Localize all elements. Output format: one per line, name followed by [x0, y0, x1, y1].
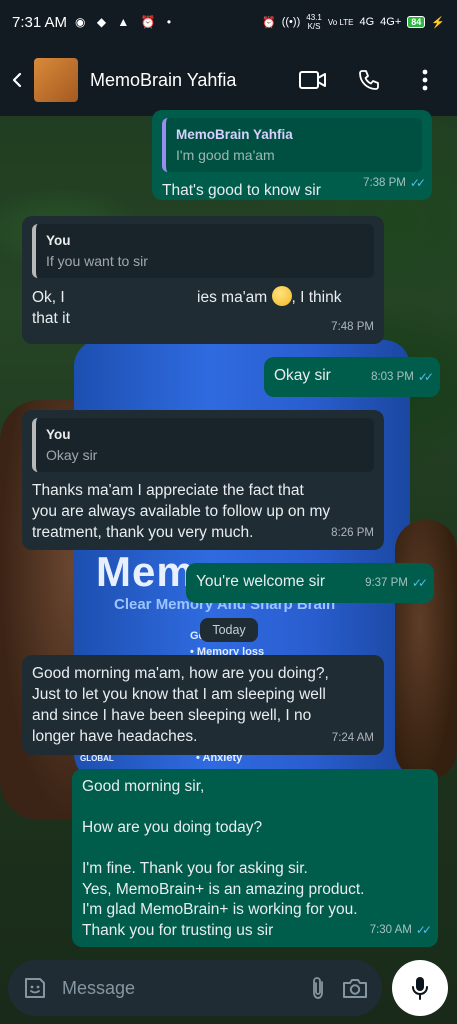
message-meta: 7:30 AM ✓✓ [369, 920, 432, 941]
status-bar: 7:31 AM ◉ ◆ ▲ ⏰ • ⏰ ((•)) 43.1 K/S Vo LT… [0, 0, 457, 44]
message-text: Good morning ma'am, how are you doing?, … [32, 665, 329, 745]
back-button[interactable] [0, 44, 34, 116]
message-time: 7:30 AM [369, 924, 412, 936]
message-bubble-incoming[interactable]: You Okay sir Thanks ma'am I appreciate t… [22, 410, 384, 550]
message-input[interactable] [62, 977, 294, 999]
redacted-text [69, 311, 180, 326]
message-bubble-outgoing[interactable]: You're welcome sir 9:37 PM ✓✓ [186, 563, 434, 603]
redacted-text [69, 290, 198, 305]
volte-label: Vo LTE [327, 17, 354, 27]
sticker-button[interactable] [22, 975, 48, 1001]
voice-call-button[interactable] [355, 66, 383, 94]
message-meta: 7:48 PM [331, 317, 374, 338]
charging-icon: ⚡ [431, 16, 445, 29]
grinning-emoji-icon [271, 286, 292, 306]
message-text-part: Ok, I [32, 289, 70, 306]
camera-button[interactable] [342, 974, 368, 1002]
quoted-message[interactable]: You Okay sir [32, 418, 374, 472]
status-time: 7:31 AM [12, 13, 68, 31]
message-bubble-incoming[interactable]: Good morning ma'am, how are you doing?, … [22, 655, 384, 755]
network-speed-unit: K/S [307, 22, 321, 31]
quote-author: You [46, 427, 71, 442]
signal-4gplus-label: 4G+ [380, 16, 402, 28]
message-text: You're welcome sir [196, 573, 326, 590]
message-bubble-outgoing[interactable]: Okay sir 8:03 PM ✓✓ [264, 357, 440, 397]
read-ticks-icon: ✓✓ [411, 576, 428, 590]
message-meta: 7:38 PM ✓✓ [363, 173, 426, 194]
message-composer [8, 960, 382, 1016]
camera-icon [343, 979, 367, 998]
wallpaper-brand-text: Mem [96, 548, 195, 595]
message-text-part: ies ma'am [197, 289, 268, 306]
contact-name[interactable]: MemoBrain Yahfia [90, 70, 236, 91]
notification-icons: ◉ ◆ ▲ ⏰ • [75, 15, 176, 29]
message-time: 7:48 PM [331, 321, 374, 333]
message-bubble-outgoing[interactable]: Good morning sir, How are you doing toda… [72, 769, 438, 947]
network-speed: 43.1 K/S [306, 13, 322, 31]
message-text-part: that it [32, 310, 70, 327]
phone-icon [359, 70, 379, 90]
read-ticks-icon: ✓✓ [415, 923, 432, 937]
quoted-message[interactable]: You If you want to sir [32, 224, 374, 278]
wallpaper-badge: GLOBAL [80, 754, 114, 763]
attach-icon [313, 977, 323, 999]
avatar[interactable] [34, 58, 78, 102]
video-call-icon [299, 71, 326, 89]
date-divider: Today [200, 618, 258, 642]
battery-icon: 84 [407, 16, 426, 28]
message-text: Thanks ma'am I appreciate the fact that … [32, 482, 331, 541]
video-call-button[interactable] [299, 66, 327, 94]
sticker-icon [25, 978, 45, 998]
quoted-message[interactable]: MemoBrain Yahfia I'm good ma'am [162, 118, 422, 172]
message-meta: 8:26 PM [331, 523, 374, 544]
status-right: ⏰ ((•)) 43.1 K/S Vo LTE 4G 4G+ 84 ⚡ [262, 13, 445, 31]
quote-text: Okay sir [46, 447, 98, 463]
message-bubble-outgoing[interactable]: MemoBrain Yahfia I'm good ma'am That's g… [152, 110, 432, 200]
message-time: 7:24 AM [331, 732, 374, 744]
message-text: Good morning sir, How are you doing toda… [82, 778, 365, 939]
hotspot-icon: ((•)) [281, 16, 301, 28]
mic-icon [412, 977, 428, 1000]
signal-4g-label: 4G [359, 16, 375, 28]
read-ticks-icon: ✓✓ [417, 370, 434, 384]
quote-text: I'm good ma'am [176, 147, 275, 163]
message-text: Ok, I ies ma'am , I think that it [32, 286, 374, 329]
network-speed-value: 43.1 [306, 13, 322, 22]
header-actions [299, 66, 457, 94]
message-meta: 9:37 PM ✓✓ [365, 573, 428, 594]
message-meta: 8:03 PM ✓✓ [371, 367, 434, 388]
message-time: 7:38 PM [363, 177, 406, 189]
message-meta: 7:24 AM [332, 728, 374, 749]
quote-author: You [46, 233, 71, 248]
back-arrow-icon [12, 72, 22, 88]
message-time: 9:37 PM [365, 577, 408, 589]
attach-button[interactable] [310, 974, 326, 1002]
voice-record-button[interactable] [392, 960, 448, 1016]
message-text: Okay sir [274, 367, 331, 384]
message-time: 8:03 PM [371, 371, 414, 383]
wallpaper-hand-right [395, 520, 457, 780]
more-options-button[interactable] [411, 66, 439, 94]
message-bubble-incoming[interactable]: You If you want to sir Ok, I ies ma'am ,… [22, 216, 384, 344]
more-vert-icon [422, 69, 428, 91]
quote-author: MemoBrain Yahfia [176, 127, 293, 142]
read-ticks-icon: ✓✓ [409, 176, 426, 190]
alarm-icon: ⏰ [262, 16, 276, 29]
message-text-part: , I think [291, 289, 342, 306]
chat-header: MemoBrain Yahfia [0, 44, 457, 116]
message-time: 8:26 PM [331, 527, 374, 539]
quote-text: If you want to sir [46, 253, 148, 269]
